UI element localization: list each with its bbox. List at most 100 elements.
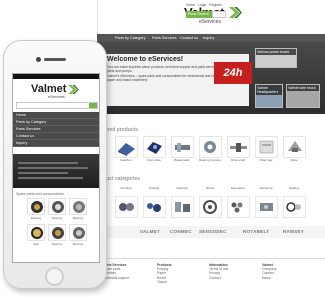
mobile-menu-item[interactable]: Contact us bbox=[13, 133, 99, 140]
product-image bbox=[118, 143, 135, 156]
screenshot-canvas: Valmet eServices Home Login Register Par… bbox=[0, 0, 325, 297]
category-label[interactable]: Doctoring bbox=[253, 186, 279, 190]
parts-search-button[interactable]: Parts Search bbox=[186, 11, 213, 18]
mobile-logo-subtitle: eServices bbox=[48, 95, 65, 99]
category-image bbox=[147, 203, 161, 212]
mobile-product-tile[interactable] bbox=[48, 224, 66, 241]
home-button[interactable] bbox=[45, 267, 64, 286]
mobile-search-input[interactable] bbox=[16, 102, 98, 109]
top-link-register[interactable]: Register bbox=[209, 3, 222, 7]
hero-text-line bbox=[18, 177, 83, 179]
product-tile[interactable] bbox=[143, 136, 166, 158]
product-image bbox=[147, 142, 162, 154]
parts-search-input[interactable] bbox=[212, 11, 226, 18]
partner-logo-rotabelt[interactable]: ROTABELT bbox=[243, 229, 269, 234]
hero-thumb-caption: Various power board bbox=[256, 49, 296, 55]
category-tile[interactable] bbox=[255, 196, 278, 218]
product-tile[interactable] bbox=[283, 136, 306, 158]
product-tile[interactable] bbox=[255, 136, 278, 158]
mobile-product-tile[interactable] bbox=[27, 224, 45, 241]
mobile-product-tile[interactable] bbox=[69, 198, 87, 215]
product-image bbox=[288, 141, 302, 152]
category-label[interactable]: Coating bbox=[141, 186, 167, 190]
valmet-chevron-icon bbox=[68, 85, 79, 94]
mobile-valmet-logo[interactable]: Valmet bbox=[31, 83, 79, 95]
product-label[interactable]: Drive shaft bbox=[225, 158, 251, 162]
product-label[interactable]: Filter bag bbox=[253, 158, 279, 162]
partner-logo-conmec[interactable]: CONMEC bbox=[170, 229, 192, 234]
category-label[interactable]: Drives bbox=[197, 186, 223, 190]
mobile-product-label[interactable]: Seal bbox=[25, 242, 47, 246]
bearing-image bbox=[52, 201, 64, 213]
category-tile[interactable] bbox=[227, 196, 250, 218]
bearing-image bbox=[73, 227, 85, 239]
product-label[interactable]: Valve bbox=[281, 158, 307, 162]
footer-column: Valmet Company Careers News bbox=[262, 263, 277, 280]
category-image bbox=[231, 202, 243, 213]
top-link-home[interactable]: Home bbox=[186, 3, 195, 7]
category-label[interactable]: Sealing bbox=[281, 186, 307, 190]
hero-thumb-3[interactable]: Valmet wire brush bbox=[286, 84, 320, 108]
product-tile[interactable] bbox=[227, 136, 250, 158]
category-image bbox=[175, 202, 190, 212]
category-tile[interactable] bbox=[199, 196, 222, 218]
footer-link[interactable]: Tissue bbox=[157, 280, 172, 284]
category-label[interactable]: Grinding bbox=[113, 186, 139, 190]
mobile-product-label[interactable]: Bearing bbox=[67, 242, 89, 246]
desktop-nav-bar: Parts by Category Parts Services Contact… bbox=[97, 34, 325, 42]
category-image bbox=[119, 203, 134, 211]
category-tile[interactable] bbox=[143, 196, 166, 218]
top-link-login[interactable]: Login bbox=[198, 3, 206, 7]
mobile-product-tile[interactable] bbox=[69, 224, 87, 241]
footer-link[interactable]: News bbox=[262, 276, 277, 280]
nav-item-parts-by-category[interactable]: Parts by Category bbox=[115, 36, 145, 40]
phone-camera bbox=[36, 57, 41, 62]
mobile-product-label[interactable]: Bearing bbox=[46, 216, 68, 220]
nav-item-inquiry[interactable]: Inquiry bbox=[203, 36, 214, 40]
nav-item-parts-services[interactable]: Parts Services bbox=[152, 36, 176, 40]
mobile-product-label[interactable]: Bearing bbox=[25, 216, 47, 220]
product-tile[interactable] bbox=[115, 136, 138, 158]
mobile-menu-item[interactable]: Parts by Category bbox=[13, 119, 99, 126]
featured-products-heading: atured products bbox=[100, 127, 139, 133]
category-image bbox=[286, 202, 301, 212]
product-label[interactable]: Gearbox bbox=[113, 158, 139, 162]
phone-speaker bbox=[44, 58, 66, 61]
product-label[interactable]: Cam plate bbox=[141, 158, 167, 162]
valmet-chevron-icon bbox=[229, 7, 242, 18]
category-tile[interactable] bbox=[171, 196, 194, 218]
footer-link[interactable]: Contact bbox=[209, 276, 228, 280]
category-tile[interactable] bbox=[283, 196, 306, 218]
mobile-product-tile[interactable] bbox=[48, 198, 66, 215]
mobile-product-label[interactable]: Bearing bbox=[67, 216, 89, 220]
partner-logo-valmet[interactable]: VALMET bbox=[140, 229, 160, 234]
mobile-menu-item[interactable]: Home bbox=[13, 112, 99, 119]
product-label[interactable]: Brake pads bbox=[169, 158, 195, 162]
footer-link[interactable]: Technical support bbox=[103, 276, 129, 280]
product-image bbox=[175, 143, 190, 152]
hero-thumb-2[interactable]: Valmet Headquarters bbox=[255, 84, 283, 108]
product-label[interactable]: Bearing housing bbox=[197, 158, 223, 162]
partner-logo-ramsey[interactable]: RAMSEY bbox=[283, 229, 304, 234]
product-tile[interactable] bbox=[199, 136, 222, 158]
product-image bbox=[259, 140, 274, 154]
category-tile[interactable] bbox=[115, 196, 138, 218]
partner-logo-sensodec[interactable]: SENSODEC bbox=[199, 229, 227, 234]
mobile-hero-banner bbox=[13, 154, 99, 188]
mobile-product-label[interactable]: Bearing bbox=[46, 242, 68, 246]
nav-item-contact[interactable]: Contact us bbox=[180, 36, 198, 40]
category-label[interactable]: Separation bbox=[225, 186, 251, 190]
mobile-search-button[interactable] bbox=[89, 103, 97, 108]
mobile-product-tile[interactable] bbox=[27, 198, 45, 215]
category-image bbox=[203, 200, 217, 214]
iphone-mockup: Valmet eServices Home Parts by Category … bbox=[3, 40, 107, 289]
mobile-menu-item[interactable]: Parts Services bbox=[13, 126, 99, 133]
mobile-menu: Home Parts by Category Parts Services Co… bbox=[13, 112, 99, 147]
product-tile[interactable] bbox=[171, 136, 194, 158]
hero-text-line bbox=[18, 172, 68, 174]
mobile-menu-item[interactable]: Inquiry bbox=[13, 140, 99, 147]
hero-thumb-1[interactable]: Various power board bbox=[255, 48, 297, 68]
phone-screen: Valmet eServices Home Parts by Category … bbox=[12, 73, 100, 263]
category-label[interactable]: Cleaning bbox=[169, 186, 195, 190]
hero-banner: Welcome to eServices! You can make inqui… bbox=[97, 42, 325, 114]
